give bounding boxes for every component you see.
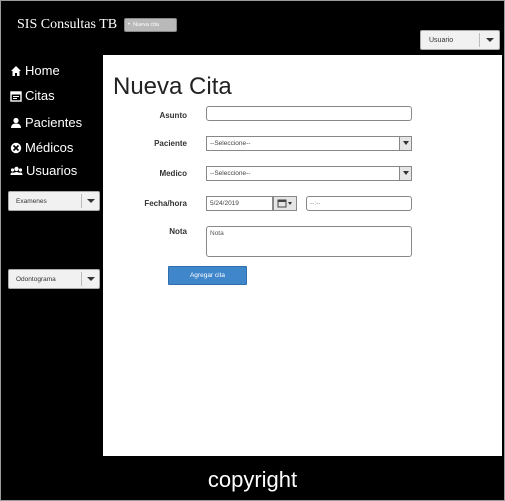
sidebar-item-citas[interactable]: Citas xyxy=(10,88,55,103)
chevron-down-icon xyxy=(486,38,494,42)
chevron-down-icon xyxy=(87,199,95,203)
nota-textarea[interactable]: Nota xyxy=(206,226,412,257)
fecha-label: Fecha/hora xyxy=(144,199,187,208)
person-icon xyxy=(11,117,21,128)
asunto-input[interactable] xyxy=(206,106,412,121)
breadcrumb[interactable]: • Nueva cita xyxy=(124,18,177,32)
page-title: Nueva Cita xyxy=(113,73,232,100)
user-menu-label: Usuario xyxy=(429,37,454,44)
paciente-selected-value: --Seleccione-- xyxy=(210,140,251,147)
agregar-cita-button[interactable]: Agregar cita xyxy=(168,266,247,285)
sidebar-item-label: Médicos xyxy=(25,140,74,155)
asunto-label: Asunto xyxy=(159,111,187,120)
sidebar-item-label: Usuarios xyxy=(26,163,78,178)
dropdown-divider xyxy=(81,272,82,286)
paciente-label: Paciente xyxy=(154,139,187,148)
breadcrumb-label: Nueva cita xyxy=(133,22,160,28)
dropdown-divider xyxy=(81,194,82,208)
sidebar-item-home[interactable]: Home xyxy=(10,63,60,78)
dropdown-divider xyxy=(479,33,480,47)
calendar-icon xyxy=(10,90,22,102)
calendar-picker-button[interactable] xyxy=(273,196,297,211)
medico-select[interactable]: --Seleccione-- xyxy=(206,166,412,181)
sidebar-item-label: Pacientes xyxy=(25,115,83,130)
chevron-down-icon xyxy=(87,277,95,281)
sidebar-item-label: Home xyxy=(25,63,60,78)
paciente-select[interactable]: --Seleccione-- xyxy=(206,136,412,151)
home-icon xyxy=(11,65,21,76)
odontograma-dropdown[interactable]: Odontograma xyxy=(8,269,100,289)
footer-copyright: copyright xyxy=(207,466,298,492)
select-arrow-icon xyxy=(399,167,411,180)
sidebar-item-label: Citas xyxy=(25,88,55,103)
medico-label: Medico xyxy=(159,169,187,178)
fecha-input[interactable]: 5/24/2019 xyxy=(206,196,273,211)
dropdown-label: Examenes xyxy=(16,198,47,205)
bullet-icon: • xyxy=(128,22,131,28)
select-arrow-icon xyxy=(399,137,411,150)
user-menu-dropdown[interactable]: Usuario xyxy=(420,30,500,50)
nota-label: Nota xyxy=(169,227,187,236)
hora-input[interactable]: --:-- xyxy=(306,196,412,211)
sidebar-item-pacientes[interactable]: Pacientes xyxy=(10,115,82,130)
sidebar-item-medicos[interactable]: Médicos xyxy=(10,140,73,155)
sidebar-item-usuarios[interactable]: Usuarios xyxy=(10,163,77,178)
stethoscope-icon xyxy=(10,142,22,153)
examenes-dropdown[interactable]: Examenes xyxy=(8,191,100,211)
dropdown-label: Odontograma xyxy=(16,276,56,283)
users-icon xyxy=(10,166,23,175)
calendar-icon xyxy=(277,199,292,208)
main-content: Nueva Cita Asunto Paciente --Seleccione-… xyxy=(103,55,502,456)
app-title: SIS Consultas TB xyxy=(17,17,118,32)
medico-selected-value: --Seleccione-- xyxy=(210,170,251,177)
